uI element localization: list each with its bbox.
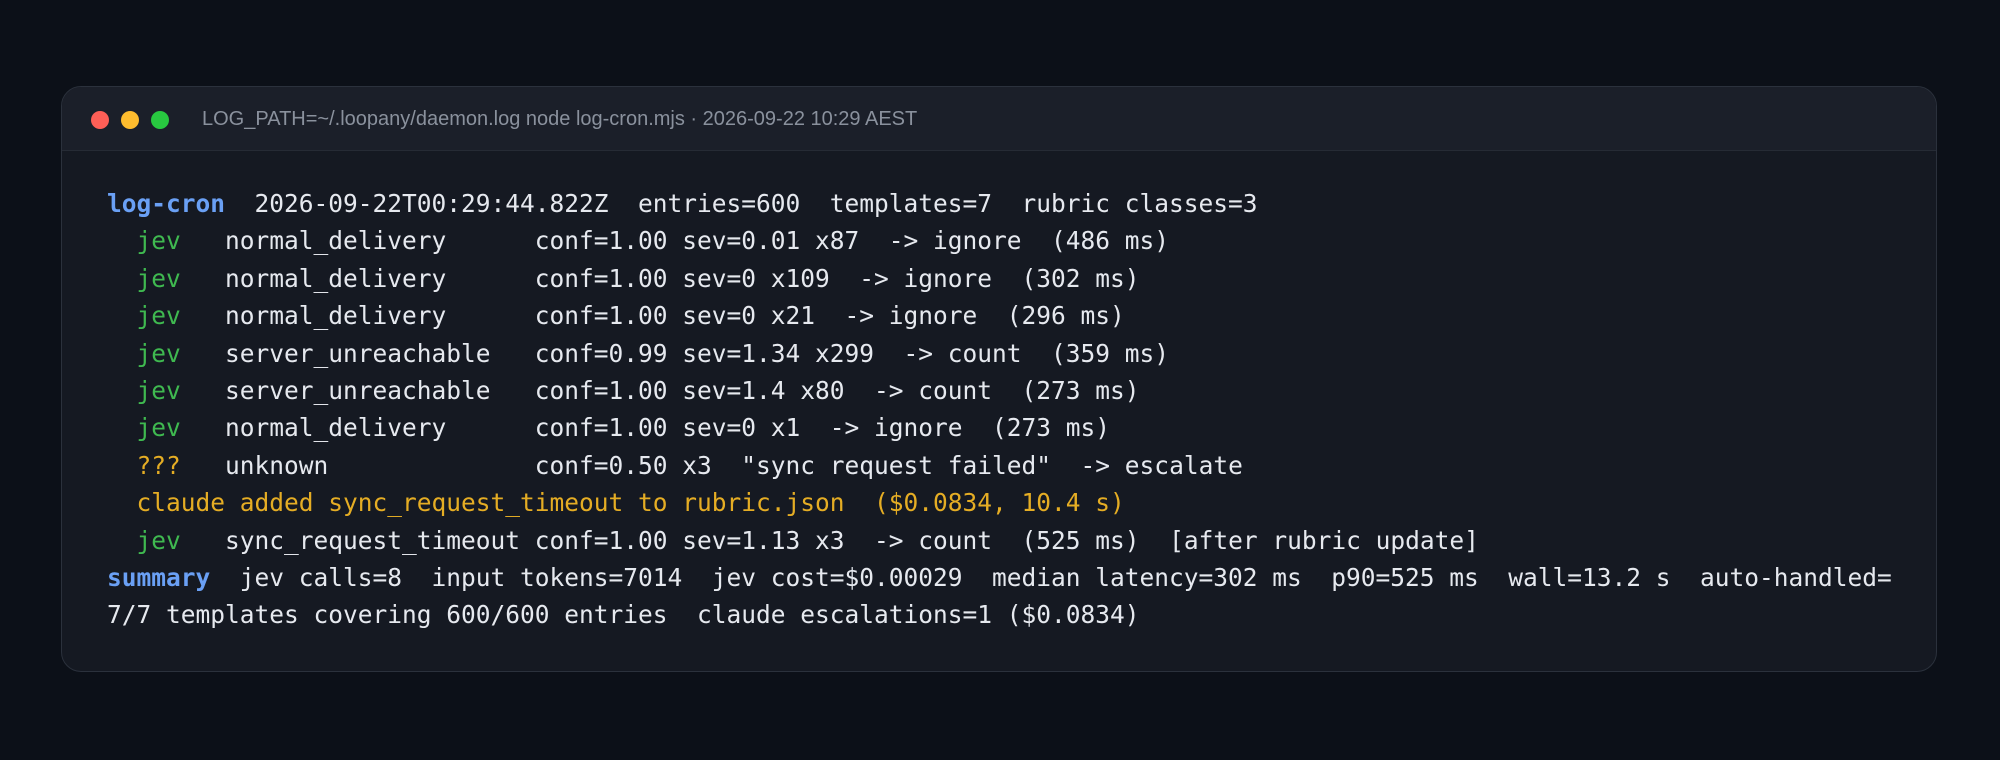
summary-label: summary [107, 562, 211, 592]
row-separator [181, 226, 225, 255]
close-window-button[interactable] [91, 111, 109, 129]
row-text: normal_delivery conf=1.00 sev=0.01 x87 -… [225, 226, 1170, 256]
row-tag: jev [136, 525, 181, 555]
row-tag: jev [136, 301, 181, 331]
row-indent [107, 451, 137, 480]
row-text: normal_delivery conf=1.00 sev=0 x1 -> ig… [225, 413, 1111, 443]
claude-notice-line: claude added sync_request_timeout to rub… [107, 488, 1125, 518]
row-separator [181, 376, 225, 405]
row-indent [107, 339, 137, 368]
row-tag: jev [136, 226, 181, 256]
row-separator [181, 413, 225, 442]
summary-line: summary jev calls=8 input tokens=7014 je… [107, 559, 1906, 634]
row-tag: ??? [136, 450, 181, 480]
row-text: server_unreachable conf=0.99 sev=1.34 x2… [225, 338, 1170, 368]
title-bar: LOG_PATH=~/.loopany/daemon.log node log-… [62, 87, 1936, 151]
terminal-output: log-cron 2026-09-22T00:29:44.822Z entrie… [107, 185, 1906, 634]
row-text: normal_delivery conf=1.00 sev=0 x109 -> … [225, 263, 1140, 293]
terminal-window: LOG_PATH=~/.loopany/daemon.log node log-… [61, 86, 1937, 672]
log-row: jev normal_delivery conf=1.00 sev=0 x21 … [107, 297, 1906, 334]
row-separator [181, 339, 225, 368]
row-indent [107, 413, 137, 442]
minimize-window-button[interactable] [121, 111, 139, 129]
header-text: 2026-09-22T00:29:44.822Z entries=600 tem… [225, 189, 1258, 218]
row-indent [107, 264, 137, 293]
row-text: normal_delivery conf=1.00 sev=0 x21 -> i… [225, 301, 1125, 331]
row-indent [107, 376, 137, 405]
log-row-after-update: jev sync_request_timeout conf=1.00 sev=1… [107, 522, 1906, 559]
window-title: LOG_PATH=~/.loopany/daemon.log node log-… [202, 108, 918, 130]
row-indent [107, 226, 137, 255]
row-tag: jev [136, 375, 181, 405]
row-separator [181, 301, 225, 330]
row-separator [181, 526, 225, 555]
log-row: ??? unknown conf=0.50 x3 "sync request f… [107, 447, 1906, 484]
program-name: log-cron [107, 189, 226, 218]
row-indent [107, 526, 137, 555]
row-text: sync_request_timeout conf=1.00 sev=1.13 … [225, 525, 1479, 555]
summary-text: jev calls=8 input tokens=7014 jev cost=$… [107, 562, 1892, 630]
zoom-window-button[interactable] [151, 111, 169, 129]
header-line: log-cron 2026-09-22T00:29:44.822Z entrie… [107, 185, 1906, 222]
row-text: unknown conf=0.50 x3 "sync request faile… [225, 450, 1243, 480]
log-row: jev normal_delivery conf=1.00 sev=0.01 x… [107, 222, 1906, 259]
row-text: server_unreachable conf=1.00 sev=1.4 x80… [225, 375, 1140, 405]
log-row: jev normal_delivery conf=1.00 sev=0 x109… [107, 260, 1906, 297]
log-rows: jev normal_delivery conf=1.00 sev=0.01 x… [107, 222, 1906, 484]
row-indent [107, 301, 137, 330]
log-row: jev server_unreachable conf=1.00 sev=1.4… [107, 372, 1906, 409]
row-tag: jev [136, 413, 181, 443]
row-tag: jev [136, 338, 181, 368]
log-row: jev server_unreachable conf=0.99 sev=1.3… [107, 335, 1906, 372]
log-row: jev normal_delivery conf=1.00 sev=0 x1 -… [107, 409, 1906, 446]
row-separator [181, 264, 225, 293]
row-separator [181, 451, 225, 480]
row-tag: jev [136, 263, 181, 293]
